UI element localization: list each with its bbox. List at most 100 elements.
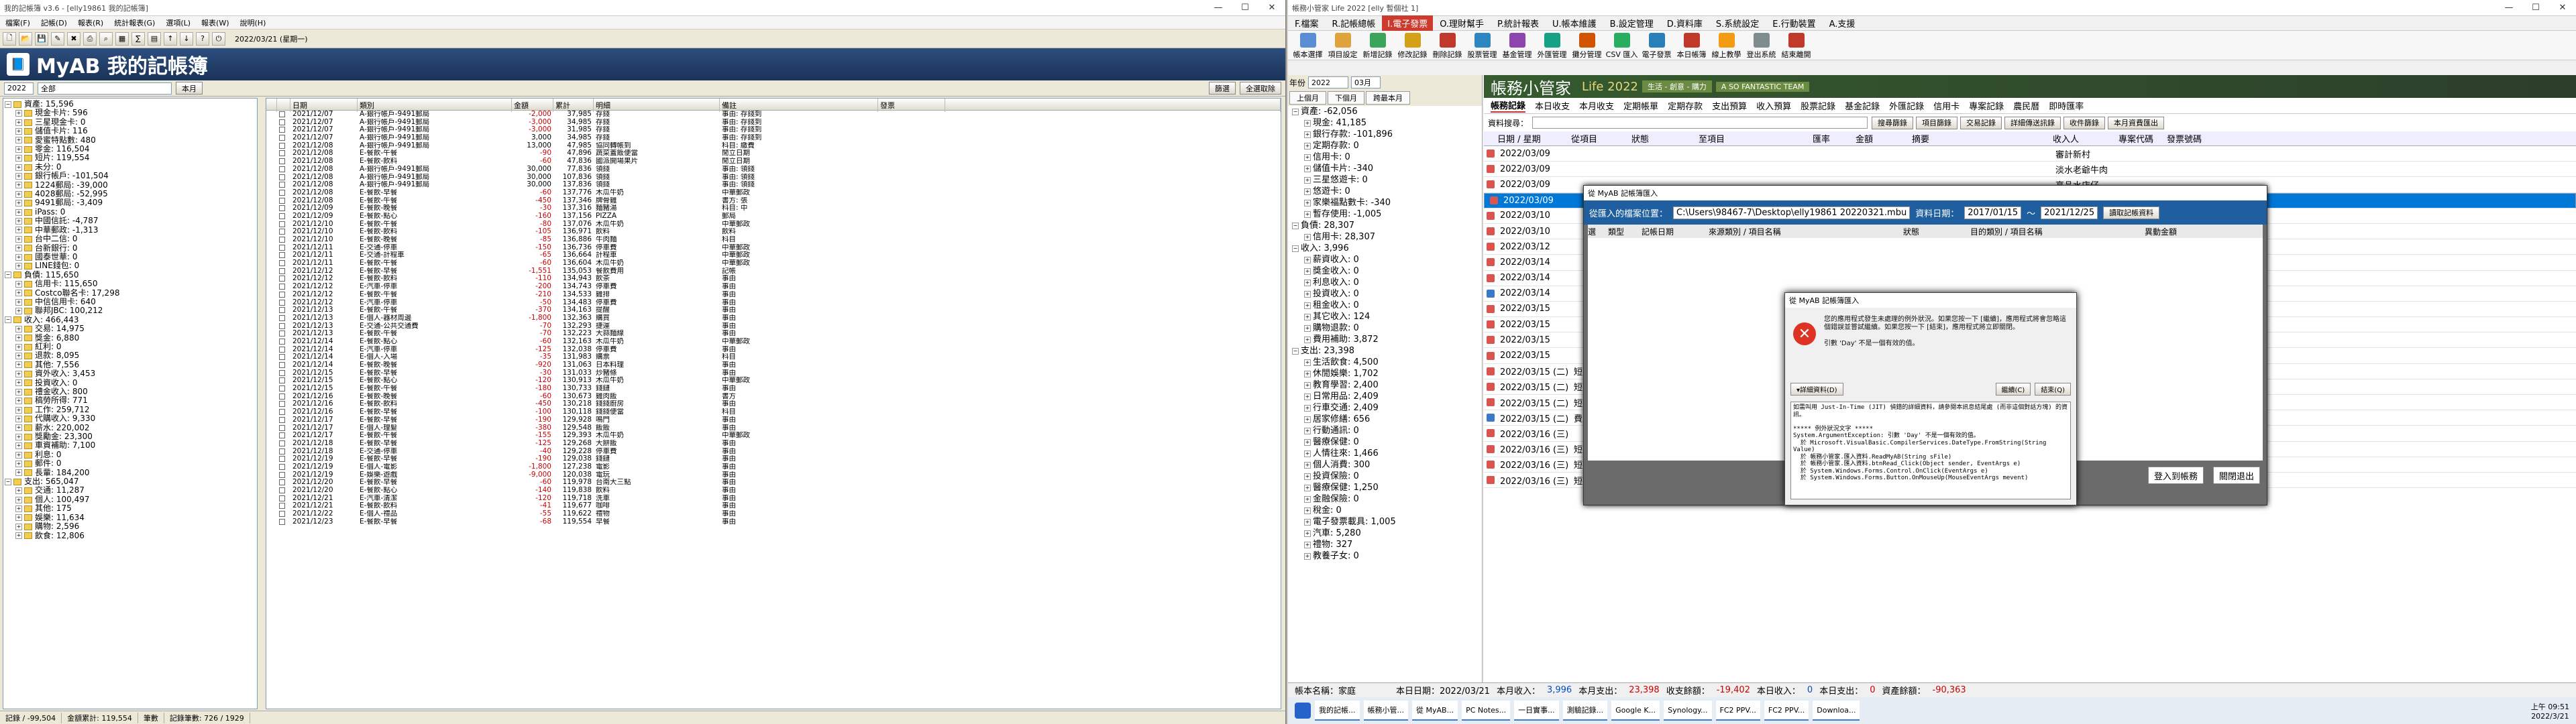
expand-icon[interactable]: +: [15, 353, 22, 360]
tree-node[interactable]: + 費用補助: 3,872: [1292, 334, 1482, 345]
table-row[interactable]: 2021/12/16 E-餐飲-飲料 -450 130,218 錢錢廚房 事由: [266, 400, 1281, 408]
table-row[interactable]: 2021/12/08 E-餐飲-早餐 -60 137,776 木瓜牛奶 中華郵政: [266, 189, 1281, 197]
expand-icon[interactable]: +: [15, 496, 22, 503]
row-checkbox-cell[interactable]: [277, 149, 290, 158]
tree-node[interactable]: + 現金卡片: 596: [5, 108, 256, 117]
tree-node[interactable]: + 投資保險: 0: [1292, 471, 1482, 482]
checkbox[interactable]: [279, 495, 285, 501]
ribbon-button[interactable]: 外匯管理: [1535, 33, 1569, 60]
tree-node[interactable]: + 行車交通: 2,409: [1292, 402, 1482, 414]
taskbar-item[interactable]: 帳務小管...: [1363, 701, 1408, 721]
row-checkbox-cell[interactable]: [277, 408, 290, 416]
table-row[interactable]: 2021/12/18 E-餐飲-早餐 -125 129,268 大餅飯 事由: [266, 440, 1281, 448]
checkbox[interactable]: [279, 229, 285, 235]
row-checkbox-cell[interactable]: [277, 228, 290, 236]
expand-icon[interactable]: +: [1304, 324, 1311, 332]
expand-icon[interactable]: +: [1304, 381, 1311, 389]
checkbox[interactable]: [279, 440, 285, 446]
tree-node[interactable]: + 醫療保健: 0: [1292, 436, 1482, 448]
checkbox[interactable]: [279, 463, 285, 470]
row-checkbox-cell[interactable]: [277, 448, 290, 456]
menu-item[interactable]: S.系統設定: [1709, 17, 1766, 29]
row-checkbox-cell[interactable]: [277, 275, 290, 283]
column-header[interactable]: 金額: [512, 99, 553, 112]
tree-node[interactable]: + 銀行存款: -101,896: [1292, 129, 1482, 140]
tree-node[interactable]: + 聯邦JBC: 100,212: [5, 306, 256, 315]
close-exit-button[interactable]: 關閉退出: [2212, 467, 2260, 484]
table-row[interactable]: 2021/12/19 E-餐飲-早餐 -190 129,038 錢鏈 事由: [266, 455, 1281, 463]
tree-node[interactable]: + 交易: 14,975: [5, 324, 256, 333]
expand-icon[interactable]: +: [1304, 290, 1311, 298]
table-row[interactable]: 2021/12/08 E-餐飲-午餐 -90 47,896 蔬菜蓋飯便當 閒立日期: [266, 149, 1281, 158]
tree-node[interactable]: + 車資補助: 7,100: [5, 441, 256, 450]
tree-node[interactable]: + 生活飲食: 4,500: [1292, 357, 1482, 368]
ribbon-button[interactable]: 攤分管理: [1570, 33, 1604, 60]
menu-item[interactable]: P.統計報表: [1491, 17, 1546, 29]
expand-icon[interactable]: +: [1304, 370, 1311, 377]
expand-icon[interactable]: +: [1304, 393, 1311, 400]
start-icon[interactable]: [1295, 703, 1311, 719]
checkbox[interactable]: [279, 197, 285, 204]
checkbox[interactable]: [279, 330, 285, 337]
tree-node[interactable]: + 休閒娛樂: 1,702: [1292, 368, 1482, 379]
checkbox[interactable]: [279, 362, 285, 368]
nav-button[interactable]: 跨最本月: [1366, 91, 1410, 105]
table-row[interactable]: 2021/12/10 E-餐飲-飲料 -105 136,971 飲料 飲料: [266, 228, 1281, 236]
checkbox[interactable]: [279, 479, 285, 486]
taskbar-item[interactable]: Downloa...: [1813, 701, 1860, 721]
tab[interactable]: 定期帳單: [1623, 99, 1658, 112]
row-checkbox-cell[interactable]: [277, 126, 290, 134]
row-checkbox-cell[interactable]: [277, 463, 290, 471]
table-row[interactable]: 2021/12/16 E-餐飲-晚餐 -60 130,673 雞肉飯 書方: [266, 393, 1281, 401]
tree-node[interactable]: + 儲值卡片: -340: [1292, 163, 1482, 174]
ribbon-button[interactable]: CSV 匯入: [1605, 33, 1639, 60]
expand-icon[interactable]: +: [15, 245, 22, 252]
read-data-button[interactable]: 讀取記帳資料: [2103, 206, 2160, 219]
table-row[interactable]: 2021/12/22 E-個人-禮品 -55 119,622 禮物 事由: [266, 510, 1281, 518]
checkbox[interactable]: [279, 142, 285, 149]
row-checkbox-cell[interactable]: [277, 416, 290, 424]
taskbar-item[interactable]: 一日實事...: [1514, 701, 1559, 721]
checkbox[interactable]: [279, 346, 285, 353]
tree-node[interactable]: + 短片: 119,554: [5, 154, 256, 162]
checkbox[interactable]: [279, 119, 285, 125]
tree-node[interactable]: + 獎勵金: 23,300: [5, 432, 256, 441]
ribbon-button[interactable]: 本日帳簿: [1674, 33, 1709, 60]
expand-icon[interactable]: +: [1304, 461, 1311, 469]
tab[interactable]: 外匯記錄: [1889, 99, 1924, 112]
row-checkbox-cell[interactable]: [277, 314, 290, 322]
table-row[interactable]: 2021/12/07 A-銀行帳戶-9491郵局 -3,000 34,985 存錢 事由:…: [266, 119, 1281, 127]
column-header[interactable]: 異動金額: [2145, 226, 2263, 237]
column-header[interactable]: 專案代碼: [2118, 132, 2167, 145]
expand-icon[interactable]: +: [1304, 199, 1311, 206]
month-button[interactable]: 本月: [176, 82, 203, 95]
table-row[interactable]: 2021/12/13 E-餐飲-午餐 -70 132,223 大蒜麵線 事由: [266, 330, 1281, 338]
column-header[interactable]: 從項目: [1571, 132, 1631, 145]
tree-node[interactable]: + 資外收入: 3,453: [5, 369, 256, 378]
nav-button[interactable]: 上個月: [1289, 91, 1326, 105]
expand-icon[interactable]: +: [15, 433, 22, 440]
checkbox[interactable]: [279, 354, 285, 361]
tab[interactable]: 專案記錄: [1969, 99, 2004, 112]
expand-icon[interactable]: +: [15, 388, 22, 396]
row-checkbox-cell[interactable]: [277, 251, 290, 259]
minimize-icon[interactable]: —: [2496, 3, 2522, 13]
expand-icon[interactable]: +: [1304, 267, 1311, 275]
table-row[interactable]: 2021/12/08 A-銀行帳戶-9491郵局 30,000 77,836 領錢 事由:…: [266, 166, 1281, 174]
table-row[interactable]: 2021/12/12 E-餐飲-飲料 -110 134,943 飲茶 事由: [266, 275, 1281, 283]
expand-icon[interactable]: +: [15, 155, 22, 162]
column-header[interactable]: [277, 99, 290, 112]
column-header[interactable]: 目的類別 / 項目名稱: [1970, 226, 2145, 237]
calc-icon[interactable]: ∑: [131, 32, 145, 46]
tree-node[interactable]: + 中國信託: -4,787: [5, 216, 256, 225]
table-row[interactable]: 2021/12/19 E-娛樂-遊戲 -9,000 120,038 電玩 事由: [266, 471, 1281, 479]
menu-item[interactable]: O.理財幫手: [1433, 17, 1491, 29]
expand-icon[interactable]: +: [1304, 313, 1311, 320]
date-from-input[interactable]: 2017/01/15: [1964, 206, 2022, 219]
row-checkbox-cell[interactable]: [277, 197, 290, 205]
expand-icon[interactable]: +: [15, 182, 22, 189]
column-header[interactable]: 類型: [1608, 226, 1642, 237]
column-header[interactable]: [945, 99, 1281, 112]
quit-button[interactable]: 結束(Q): [2035, 383, 2071, 396]
tree-node[interactable]: + 中信信用卡: 640: [5, 297, 256, 306]
